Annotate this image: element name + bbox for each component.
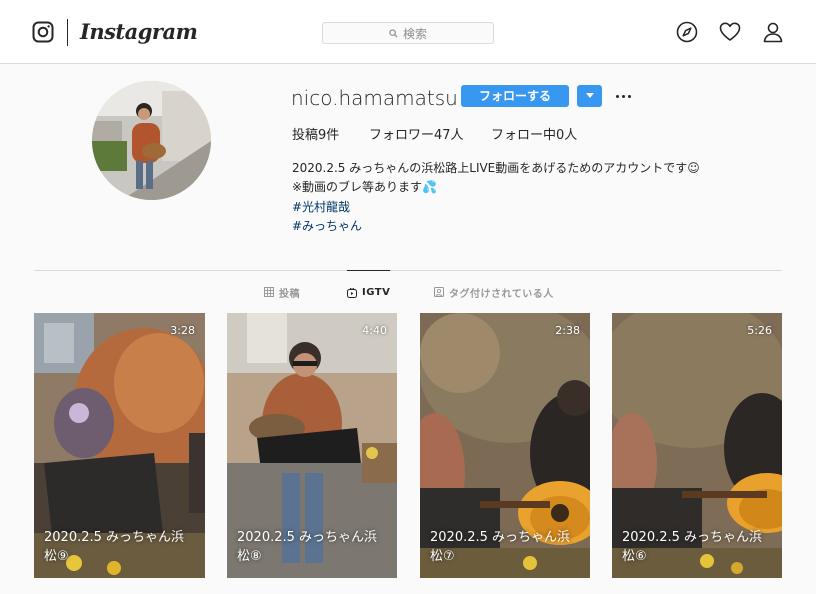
instagram-wordmark[interactable]: Instagram [80,16,198,48]
video-duration: 5:26 [747,324,772,337]
video-duration: 3:28 [170,324,195,337]
search-placeholder: 検索 [402,26,427,41]
igtv-video-tile[interactable]: 4:40 2020.2.5 みっちゃん浜松⑧ [227,313,397,578]
posts-count: 投稿9件 [292,128,340,143]
more-options-icon[interactable] [613,88,633,104]
igtv-video-tile[interactable]: 2:38 2020.2.5 みっちゃん浜松⑦ [420,313,590,578]
search-icon [389,28,398,38]
grid-icon [264,287,274,297]
search-input[interactable]: 検索 [322,22,494,44]
caret-down-icon [585,93,594,98]
logo-divider [67,19,68,46]
tab-posts-label: 投稿 [279,288,300,300]
tagged-icon [434,287,444,297]
video-title: 2020.2.5 みっちゃん浜松⑨ [44,530,185,564]
video-duration: 2:38 [555,324,580,337]
followers-count[interactable]: フォロワー47人 [369,127,464,145]
video-title: 2020.2.5 みっちゃん浜松⑧ [237,530,378,564]
bio-line-2: ※動画のブレ等あります💦 [292,180,437,194]
tabs-divider [34,270,782,271]
tab-tagged-label: タグ付けされている人 [449,288,554,300]
video-title: 2020.2.5 みっちゃん浜松⑦ [430,530,571,564]
tab-igtv[interactable]: IGTV [347,270,391,314]
tab-igtv-label: IGTV [362,287,391,298]
heart-icon[interactable] [719,21,741,43]
top-nav: Instagram 検索 [0,0,816,64]
instagram-glyph-icon[interactable] [32,21,54,43]
igtv-video-tile[interactable]: 5:26 2020.2.5 みっちゃん浜松⑥ [612,313,782,578]
bio-hashtag-2[interactable]: #みっちゃん [292,217,362,235]
bio-hashtag-1[interactable]: #光村龍哉 [292,198,350,216]
bio-line-1: 2020.2.5 みっちゃんの浜松路上LIVE動画をあげるためのアカウントです☺ [292,161,700,175]
profile-username: nico.hamamatsu [291,86,458,110]
video-title: 2020.2.5 みっちゃん浜松⑥ [622,530,763,564]
igtv-video-tile[interactable]: 3:28 2020.2.5 みっちゃん浜松⑨ [34,313,205,578]
profile-icon[interactable] [762,21,784,43]
tab-posts[interactable]: 投稿 [264,270,300,314]
igtv-icon [347,287,357,298]
video-duration: 4:40 [362,324,387,337]
following-count[interactable]: フォロー中0人 [491,127,577,145]
follow-button[interactable]: フォローする [461,85,569,107]
explore-compass-icon[interactable] [676,21,698,43]
suggestions-dropdown-button[interactable] [577,85,602,107]
profile-avatar[interactable] [92,81,211,200]
tab-tagged[interactable]: タグ付けされている人 [434,270,554,314]
